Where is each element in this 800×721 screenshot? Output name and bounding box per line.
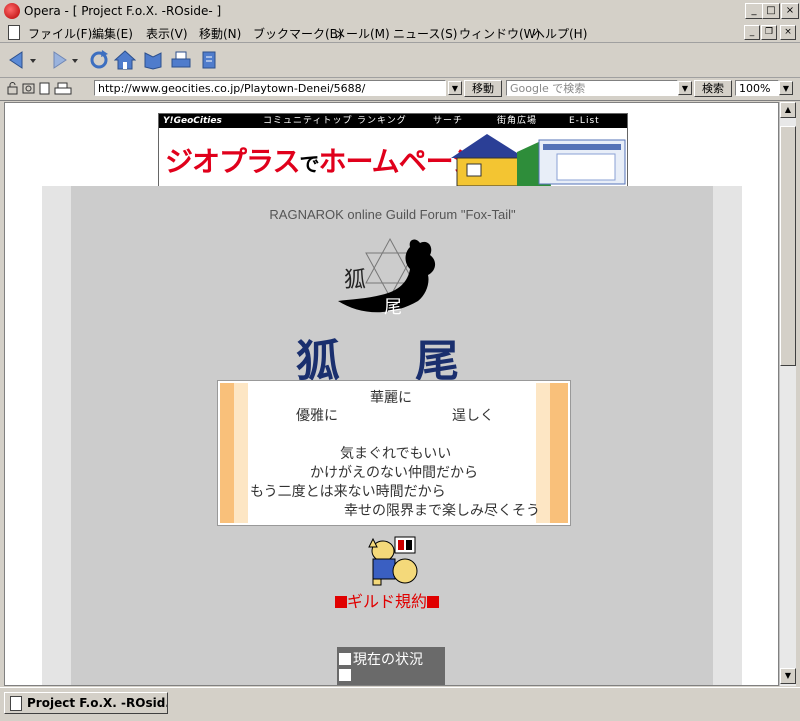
page-viewport: Y!GeoCities コミュニティトップ ランキング サーチ 街角広場 E-L… [4,102,779,686]
search-engine-dropdown[interactable]: ▼ [678,81,692,95]
forward-icon[interactable] [48,49,70,71]
banner-nav-elist[interactable]: E-List [569,114,600,128]
banner-headline-part2: で [299,152,319,176]
forum-title: RAGNAROK online Guild Forum "Fox-Tail" [269,207,516,222]
mdi-restore-button[interactable]: ❐ [761,25,777,40]
opera-icon [4,3,20,19]
reload-icon[interactable] [88,49,110,71]
banner-nav-plaza[interactable]: 街角広場 [497,114,537,128]
go-button[interactable]: 移動 [464,80,502,97]
red-square-icon-right [427,596,440,608]
bookmarks-icon[interactable] [142,49,164,71]
poem-line-1: 華麗に [370,390,412,406]
menu-view[interactable]: 表示(V) [146,25,188,42]
poem-bar-left-inner [234,383,248,523]
fox-tail-logo: 狐 尾 [338,237,436,318]
menu-navigate[interactable]: 移動(N) [199,25,241,42]
search-field[interactable]: Google で検索 [506,80,678,96]
window-titlebar[interactable]: Opera - [ Project F.o.X. -ROside- ] _ □ … [0,0,800,23]
geocities-banner[interactable]: Y!GeoCities コミュニティトップ ランキング サーチ 街角広場 E-L… [158,113,628,188]
scroll-thumb[interactable] [780,126,796,366]
cookie-icon[interactable] [22,82,35,95]
close-button[interactable]: × [781,3,799,19]
poem-line-2: 優雅に [296,408,338,424]
zoom-field[interactable]: 100% [735,80,779,96]
banner-headline: ジオプラスでホームページ [165,140,480,180]
notes-icon[interactable] [198,49,220,71]
menu-news[interactable]: ニュース(S) [393,25,457,42]
back-icon[interactable] [6,49,28,71]
menu-window[interactable]: ウィンドウ(W) [459,25,540,42]
scroll-down-button[interactable]: ▼ [780,668,796,684]
page-tab-document-icon [10,696,22,711]
current-status-label: 現在の状況 [353,652,423,668]
menu-bookmarks[interactable]: ブックマーク(B) [253,25,343,42]
poem-line-5: かけがえのない仲間だから [310,465,478,481]
svg-text:尾: 尾 [384,297,402,318]
minimize-button[interactable]: _ [745,3,763,19]
poem-line-6: もう二度とは来ない時間だから [250,484,446,500]
fox-mascot-icon[interactable] [365,535,421,587]
page-tab-bar: Project F.o.X. -ROsid... [0,687,800,721]
geocities-logo: Y!GeoCities [163,116,222,126]
url-dropdown-button[interactable]: ▼ [448,81,462,95]
banner-nav-ranking[interactable]: ランキング [357,114,407,128]
menu-bar: ファイル(F) 編集(E) 表示(V) 移動(N) ブックマーク(B) メール(… [0,22,800,43]
document-icon [8,25,20,40]
banner-nav-strip: Y!GeoCities コミュニティトップ ランキング サーチ 街角広場 E-L… [159,114,627,128]
poem-line-4: 気まぐれでもいい [340,446,452,462]
zoom-dropdown-button[interactable]: ▼ [779,81,793,95]
poem-line-7: 幸せの限界まで楽しみ尽くそう [344,503,540,519]
page-info-icon[interactable] [38,82,51,95]
page-tab[interactable]: Project F.o.X. -ROsid... [4,692,168,714]
home-icon[interactable] [114,49,136,71]
vertical-scrollbar[interactable]: ▲ ▼ [779,102,796,686]
guild-name-heading: 狐 尾 [295,336,490,387]
poem-bar-right-outer [550,383,568,523]
poem-line-3: 逞しく [452,408,494,424]
banner-nav-search[interactable]: サーチ [433,114,463,128]
red-square-icon [335,596,347,608]
print-preview-icon[interactable] [54,82,72,95]
mdi-close-button[interactable]: × [780,25,796,40]
print-icon[interactable] [170,49,192,71]
page-tab-label: Project F.o.X. -ROsid... [27,696,168,710]
white-square-icon [339,653,351,665]
window-title: Opera - [ Project F.o.X. -ROside- ] [24,4,222,18]
svg-text:狐: 狐 [344,268,366,293]
white-square-icon-2 [339,669,351,681]
menu-help[interactable]: ヘルプ(H) [533,25,587,42]
address-bar: http://www.geocities.co.jp/Playtown-Dene… [0,78,800,101]
security-icon[interactable] [6,82,19,95]
banner-nav-community[interactable]: コミュニティトップ [263,114,352,128]
search-button[interactable]: 検索 [694,80,732,97]
back-history-icon[interactable] [28,49,38,71]
menu-mail[interactable]: メール(M) [334,25,390,42]
banner-house-illustration [451,134,626,186]
current-status-panel: 現在の状況 [337,647,445,685]
status-placeholder-row [339,668,353,684]
banner-headline-part1: ジオプラス [165,145,300,178]
url-field[interactable]: http://www.geocities.co.jp/Playtown-Dene… [94,80,446,96]
guild-rules-label: ギルド規約 [347,592,428,611]
forward-history-icon[interactable] [70,49,80,71]
poem-panel: 華麗に 優雅に 逞しく 気まぐれでもいい かけがえのない仲間だから もう二度とは… [217,380,571,526]
menu-file[interactable]: ファイル(F) [28,25,92,42]
guild-rules-link[interactable]: ギルド規約 [335,588,440,612]
maximize-button[interactable]: □ [762,3,780,19]
poem-bar-left-outer [220,383,234,523]
scroll-up-button[interactable]: ▲ [780,102,796,118]
menu-edit[interactable]: 編集(E) [92,25,133,42]
current-status-link[interactable]: 現在の状況 [339,649,423,669]
mdi-minimize-button[interactable]: _ [744,25,760,40]
navigation-toolbar [0,43,800,78]
